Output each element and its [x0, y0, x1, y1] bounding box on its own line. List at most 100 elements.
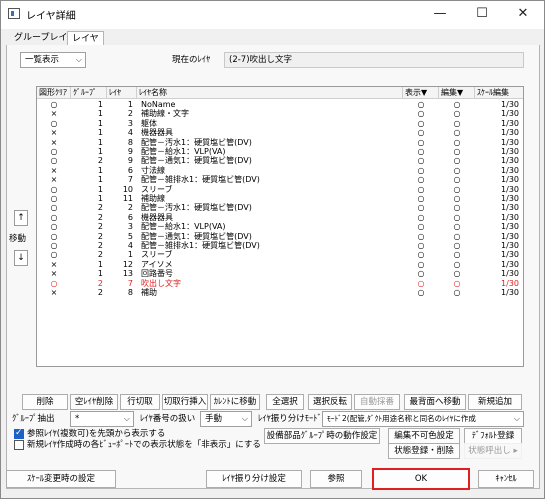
row-layer-number[interactable]: 9 — [107, 147, 133, 156]
layer-sort-settings-button[interactable]: ﾚｲﾔ振り分け設定 — [206, 470, 302, 488]
col-display[interactable]: 表示▼ — [403, 87, 439, 99]
row-layer-number[interactable]: 11 — [107, 194, 133, 203]
row-layer-number[interactable]: 3 — [107, 119, 133, 128]
row-layer-name[interactable]: スリーブ — [141, 250, 403, 259]
move-up-button[interactable]: ↑ — [14, 210, 28, 226]
table-row[interactable]: × 1 6 寸法線 ○ ○ 1/30 — [37, 166, 523, 175]
move-to-back-button[interactable]: 最背面へ移動 — [404, 394, 466, 410]
row-display[interactable]: ○ — [403, 128, 439, 137]
row-display[interactable]: ○ — [403, 194, 439, 203]
row-group[interactable]: 2 — [71, 156, 103, 165]
row-shape-clear[interactable]: ○ — [37, 279, 71, 288]
table-row[interactable]: × 2 8 補助 ○ ○ 1/30 — [37, 288, 523, 297]
row-layer-number[interactable]: 9 — [107, 156, 133, 165]
cancel-button[interactable]: ｷｬﾝｾﾙ — [478, 470, 534, 488]
row-shape-clear[interactable]: × — [37, 260, 71, 269]
row-edit[interactable]: ○ — [439, 100, 475, 109]
row-display[interactable]: ○ — [403, 175, 439, 184]
row-shape-clear[interactable]: × — [37, 269, 71, 278]
row-group[interactable]: 1 — [71, 147, 103, 156]
row-shape-clear[interactable]: ○ — [37, 185, 71, 194]
row-group[interactable]: 1 — [71, 185, 103, 194]
row-group[interactable]: 1 — [71, 119, 103, 128]
row-layer-name[interactable]: 配管－通気1：硬質塩ビ管(DV) — [141, 232, 403, 241]
col-edit[interactable]: 編集▼ — [439, 87, 475, 99]
maximize-button[interactable]: ☐ — [462, 1, 502, 27]
row-shape-clear[interactable]: × — [37, 166, 71, 175]
col-layer[interactable]: ﾚｲﾔ — [107, 87, 137, 99]
row-layer-name[interactable]: 寸法線 — [141, 166, 403, 175]
row-edit[interactable]: ○ — [439, 109, 475, 118]
row-layer-name[interactable]: 補助線・文字 — [141, 109, 403, 118]
row-edit[interactable]: ○ — [439, 288, 475, 297]
row-layer-name[interactable]: 配管－雑排水1：硬質塩ビ管(DV) — [141, 175, 403, 184]
table-row[interactable]: ○ 2 7 吹出し文字 ○ ○ 1/30 — [37, 279, 523, 288]
table-row[interactable]: ○ 1 11 補助線 ○ ○ 1/30 — [37, 194, 523, 203]
row-shape-clear[interactable]: ○ — [37, 222, 71, 231]
row-display[interactable]: ○ — [403, 203, 439, 212]
row-layer-name[interactable]: スリーブ — [141, 185, 403, 194]
row-shape-clear[interactable]: ○ — [37, 241, 71, 250]
row-group[interactable]: 2 — [71, 279, 103, 288]
col-group[interactable]: ｸﾞﾙｰﾌﾟ — [71, 87, 107, 99]
row-scale[interactable]: 1/30 — [475, 260, 519, 269]
row-display[interactable]: ○ — [403, 269, 439, 278]
row-shape-clear[interactable]: × — [37, 138, 71, 147]
row-layer-name[interactable]: 機器器具 — [141, 213, 403, 222]
row-display[interactable]: ○ — [403, 166, 439, 175]
row-layer-name[interactable]: 機器器具 — [141, 128, 403, 137]
row-group[interactable]: 1 — [71, 138, 103, 147]
row-scale[interactable]: 1/30 — [475, 279, 519, 288]
row-layer-name[interactable]: 躯体 — [141, 119, 403, 128]
row-display[interactable]: ○ — [403, 250, 439, 259]
row-scale[interactable]: 1/30 — [475, 288, 519, 297]
row-scale[interactable]: 1/30 — [475, 250, 519, 259]
row-edit[interactable]: ○ — [439, 175, 475, 184]
row-group[interactable]: 2 — [71, 203, 103, 212]
row-group[interactable]: 2 — [71, 241, 103, 250]
row-scale[interactable]: 1/30 — [475, 241, 519, 250]
row-layer-number[interactable]: 8 — [107, 138, 133, 147]
row-shape-clear[interactable]: ○ — [37, 232, 71, 241]
row-layer-name[interactable]: 吹出し文字 — [141, 279, 403, 288]
ref-first-checkbox[interactable] — [14, 428, 24, 439]
row-edit[interactable]: ○ — [439, 119, 475, 128]
row-display[interactable]: ○ — [403, 156, 439, 165]
row-scale[interactable]: 1/30 — [475, 222, 519, 231]
row-scale[interactable]: 1/30 — [475, 213, 519, 222]
row-group[interactable]: 1 — [71, 260, 103, 269]
select-all-button[interactable]: 全選択 — [266, 394, 304, 410]
table-row[interactable]: × 1 13 回路番号 ○ ○ 1/30 — [37, 269, 523, 278]
row-edit[interactable]: ○ — [439, 194, 475, 203]
row-layer-name[interactable]: アイソメ — [141, 260, 403, 269]
row-layer-number[interactable]: 2 — [107, 109, 133, 118]
row-layer-number[interactable]: 1 — [107, 100, 133, 109]
row-layer-number[interactable]: 8 — [107, 288, 133, 297]
row-shape-clear[interactable]: ○ — [37, 100, 71, 109]
new-hidden-checkbox[interactable] — [14, 440, 24, 450]
row-group[interactable]: 1 — [71, 175, 103, 184]
col-layer-name[interactable]: ﾚｲﾔ名称 — [137, 87, 403, 99]
table-row[interactable]: ○ 1 1 NoName ○ ○ 1/30 — [37, 100, 523, 109]
row-group[interactable]: 2 — [71, 213, 103, 222]
row-display[interactable]: ○ — [403, 222, 439, 231]
table-row[interactable]: × 1 2 補助線・文字 ○ ○ 1/30 — [37, 109, 523, 118]
row-scale[interactable]: 1/30 — [475, 119, 519, 128]
scale-change-settings-button[interactable]: ｽｹｰﾙ変更時の設定 — [6, 470, 116, 488]
row-layer-name[interactable]: 補助線 — [141, 194, 403, 203]
row-layer-number[interactable]: 10 — [107, 185, 133, 194]
col-shape-clear[interactable]: 図形ｸﾘｱ — [37, 87, 71, 99]
invert-selection-button[interactable]: 選択反転 — [308, 394, 352, 410]
reference-button[interactable]: 参照 — [310, 470, 362, 488]
close-button[interactable]: ✕ — [503, 1, 543, 27]
row-layer-name[interactable]: 配管－通気1：硬質塩ビ管(DV) — [141, 156, 403, 165]
row-layer-number[interactable]: 5 — [107, 232, 133, 241]
table-row[interactable]: ○ 2 3 配管－給水1：VLP(VA) ○ ○ 1/30 — [37, 222, 523, 231]
row-edit[interactable]: ○ — [439, 241, 475, 250]
row-edit[interactable]: ○ — [439, 260, 475, 269]
equip-group-settings-button[interactable]: 設備部品ｸﾞﾙｰﾌﾟ時の動作設定 — [264, 428, 380, 444]
move-to-current-button[interactable]: ｶﾚﾝﾄに移動 — [210, 394, 260, 410]
tab-layer[interactable]: レイヤ — [67, 31, 104, 46]
row-display[interactable]: ○ — [403, 288, 439, 297]
group-extract-select[interactable]: * ⌵ — [70, 411, 134, 427]
